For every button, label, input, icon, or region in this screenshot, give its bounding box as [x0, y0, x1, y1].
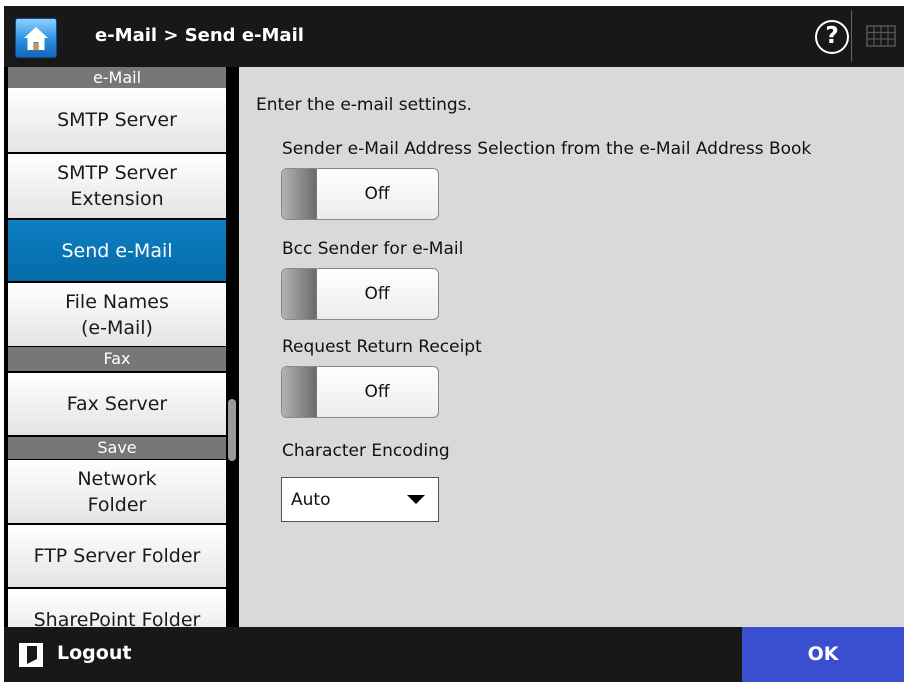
sidebar-item-label: File Names (e-Mail): [65, 290, 169, 339]
character-encoding-label: Character Encoding: [282, 441, 450, 461]
app-window: e-Mail > Send e-Mail ? e-Mail SMTP Serve…: [4, 6, 904, 682]
sidebar-item-label: SMTP Server: [57, 109, 177, 131]
sidebar-item-fax-server[interactable]: Fax Server: [8, 373, 226, 435]
toggle-knob: [282, 169, 317, 219]
select-value: Auto: [291, 490, 331, 510]
header-bar: e-Mail > Send e-Mail ?: [4, 6, 904, 67]
sidebar-item-label: SharePoint Folder: [33, 609, 201, 627]
sidebar-item-label: Send e-Mail: [61, 239, 173, 262]
sidebar-item-file-names-email[interactable]: File Names (e-Mail): [8, 283, 226, 346]
bcc-sender-label: Bcc Sender for e-Mail: [282, 239, 464, 259]
logout-label: Logout: [57, 642, 132, 664]
sidebar-item-label: Fax Server: [66, 393, 168, 415]
sidebar-item-smtp-server[interactable]: SMTP Server: [8, 88, 226, 152]
sidebar-section-save: Save: [8, 437, 226, 459]
sidebar-item-ftp-server-folder[interactable]: FTP Server Folder: [8, 525, 226, 587]
sidebar-item-sharepoint-folder[interactable]: SharePoint Folder: [8, 589, 226, 627]
header-divider: [851, 10, 852, 62]
logout-icon: [19, 643, 43, 667]
chevron-down-icon: [407, 495, 425, 504]
sidebar: e-Mail SMTP Server SMTP Server Extension…: [8, 67, 226, 627]
toggle-state: Off: [364, 184, 390, 204]
sidebar-item-label: FTP Server Folder: [33, 545, 201, 567]
settings-panel: Enter the e-mail settings. Sender e-Mail…: [239, 67, 904, 627]
help-icon[interactable]: ?: [815, 20, 849, 54]
sidebar-item-smtp-server-extension[interactable]: SMTP Server Extension: [8, 154, 226, 218]
character-encoding-select[interactable]: Auto: [281, 477, 439, 522]
sidebar-item-send-email[interactable]: Send e-Mail: [8, 220, 226, 281]
sidebar-section-fax: Fax: [8, 347, 226, 371]
toggle-knob: [282, 367, 317, 417]
scrollbar-thumb[interactable]: [228, 399, 236, 461]
home-button[interactable]: [15, 18, 57, 58]
sidebar-scrollbar[interactable]: [226, 67, 238, 627]
toggle-state: Off: [364, 382, 390, 402]
return-receipt-label: Request Return Receipt: [282, 337, 482, 357]
sidebar-item-label: SMTP Server Extension: [57, 162, 177, 210]
sender-address-selection-label: Sender e-Mail Address Selection from the…: [282, 139, 812, 159]
sidebar-section-email: e-Mail: [8, 67, 226, 88]
footer-bar: Logout OK: [4, 627, 904, 682]
home-icon: [24, 27, 48, 50]
breadcrumb: e-Mail > Send e-Mail: [95, 25, 304, 46]
logout-button[interactable]: Logout: [4, 627, 154, 682]
bcc-sender-toggle[interactable]: Off: [281, 268, 439, 320]
sender-address-selection-toggle[interactable]: Off: [281, 168, 439, 220]
toggle-knob: [282, 269, 317, 319]
sidebar-item-label: Network Folder: [77, 467, 157, 516]
keyboard-icon[interactable]: [864, 20, 898, 52]
return-receipt-toggle[interactable]: Off: [281, 366, 439, 418]
instruction-text: Enter the e-mail settings.: [256, 95, 472, 115]
sidebar-item-network-folder[interactable]: Network Folder: [8, 460, 226, 523]
toggle-state: Off: [364, 284, 390, 304]
ok-button[interactable]: OK: [742, 627, 904, 682]
